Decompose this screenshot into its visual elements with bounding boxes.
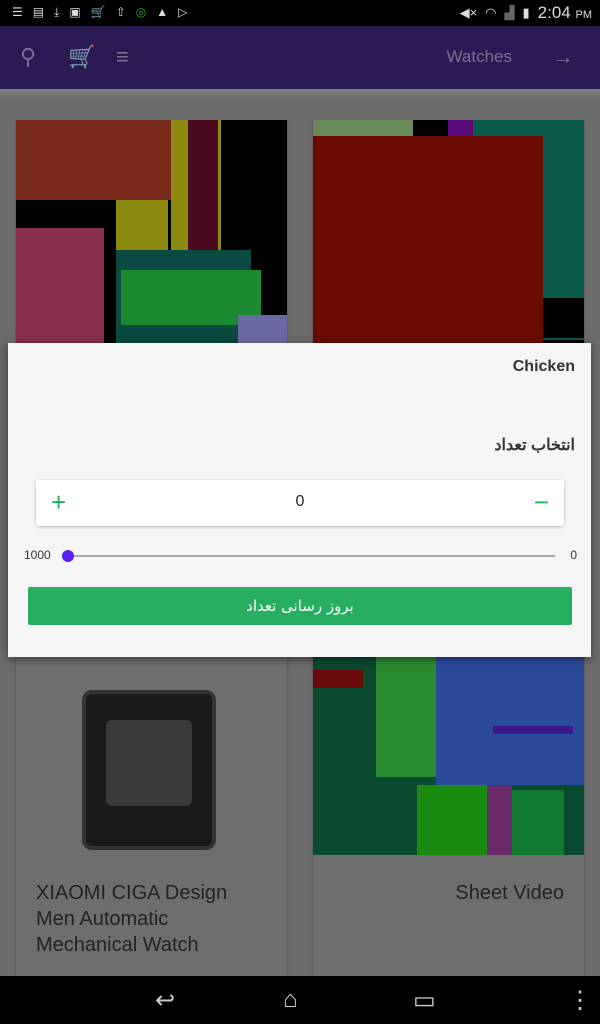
product-title[interactable]: Sheet Video [333, 880, 564, 906]
sort-icon[interactable]: ≡ [116, 44, 129, 70]
quantity-value[interactable]: 0 [36, 493, 564, 511]
download-icon: ⤓ [54, 5, 60, 19]
quantity-stepper: + 0 − [36, 480, 564, 526]
battery-icon: ▮ [522, 5, 530, 20]
dialog-title: Chicken [512, 358, 575, 375]
cart-icon[interactable]: 🛒 [68, 44, 95, 70]
image-icon: ▣ [69, 5, 81, 19]
4g-icon: ◎ [135, 5, 147, 19]
update-quantity-button[interactable]: بروز رسانی تعداد [28, 587, 572, 625]
minus-button[interactable]: − [534, 488, 549, 516]
store-icon: ▤ [32, 5, 45, 19]
clock: 2:04 PM [537, 3, 592, 22]
slider-track[interactable] [68, 555, 555, 557]
more-icon[interactable]: ⋮ [568, 986, 592, 1015]
quantity-slider[interactable]: 1000 0 [24, 546, 577, 566]
app-title: Watches [446, 47, 512, 66]
slider-max-label: 0 [570, 548, 577, 562]
back-icon[interactable]: ↩ [155, 986, 175, 1015]
quantity-dialog: Chicken انتخاب تعداد + 0 − 1000 0 بروز ر… [8, 343, 591, 657]
warning-icon: ▲ [156, 5, 169, 19]
cart-icon: 🛒 [90, 5, 106, 19]
mute-icon: ◀× [459, 5, 478, 20]
divider [0, 89, 600, 101]
navigation-bar: ↩ ⌂ ▭ ⋮ [0, 976, 600, 1024]
app-bar: ⚲ 🛒 ≡ Watches → [0, 26, 600, 89]
wifi-icon: ◠ [485, 5, 497, 20]
status-bar: ☰ ▤ ⤓ ▣ 🛒 ⇧ ◎ ▲ ▷ ◀× ◠ ▟ ▮ 2:04 PM [0, 0, 600, 26]
product-title[interactable]: XIAOMI CIGA Design Men Automatic Mechani… [36, 880, 267, 958]
search-icon[interactable]: ⚲ [20, 44, 36, 70]
slider-min-label: 1000 [24, 548, 51, 562]
recent-apps-icon[interactable]: ▭ [413, 986, 436, 1015]
signal-icon: ▟ [504, 5, 515, 20]
upload-icon: ⇧ [115, 5, 126, 19]
play-store-icon: ▷ [178, 5, 188, 19]
quantity-label: انتخاب تعداد [494, 437, 575, 454]
arrow-forward-icon[interactable]: → [552, 44, 574, 70]
menu-icon: ☰ [12, 5, 23, 19]
slider-thumb[interactable] [62, 550, 74, 562]
home-icon[interactable]: ⌂ [283, 986, 298, 1014]
